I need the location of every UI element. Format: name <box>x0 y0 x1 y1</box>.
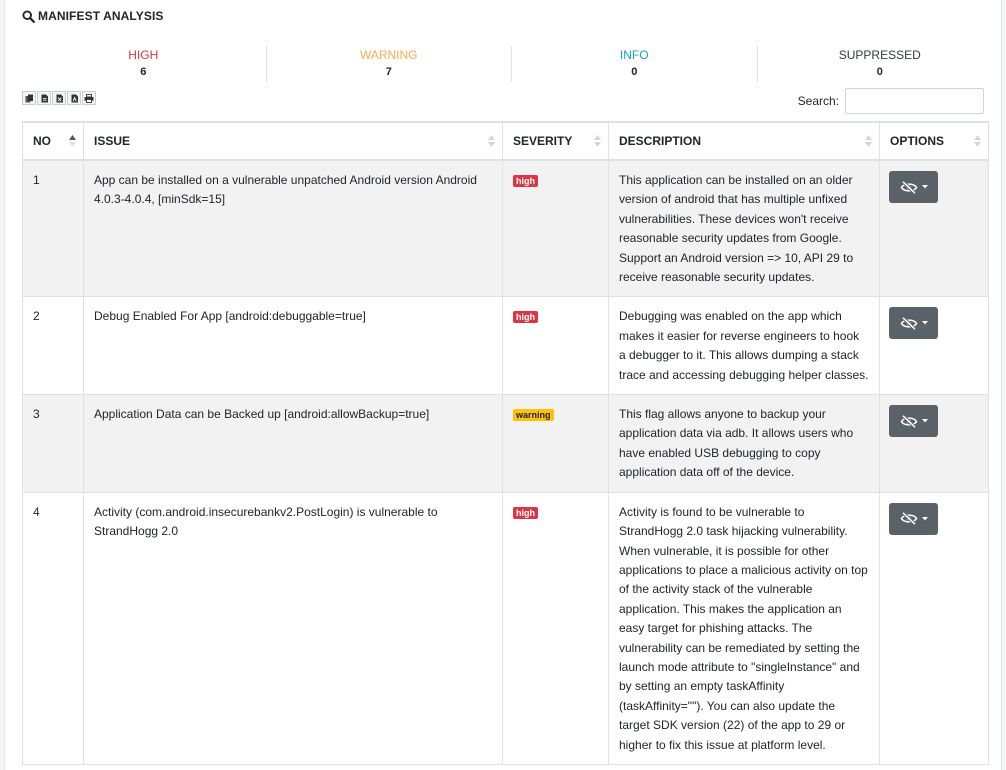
suppress-options-button[interactable] <box>889 502 938 535</box>
section-title: MANIFEST ANALYSIS <box>22 9 164 23</box>
cell-no: 3 <box>22 394 84 493</box>
column-header-label: ISSUE <box>94 134 131 148</box>
excel-icon[interactable] <box>52 91 66 105</box>
stat-label: HIGH <box>128 48 159 62</box>
pdf-icon[interactable] <box>67 91 81 105</box>
stat-value: 6 <box>140 66 147 78</box>
eye-slash-icon <box>900 316 917 330</box>
column-header-label: SEVERITY <box>513 134 573 148</box>
manifest-analysis-card: MANIFEST ANALYSIS HIGH 6 WARNING 7 INFO … <box>4 0 1002 770</box>
cell-issue: App can be installed on a vulnerable unp… <box>83 159 503 298</box>
severity-badge: warning <box>513 409 554 422</box>
cell-issue: Activity (com.android.insecurebankv2.Pos… <box>83 491 503 765</box>
stat-label: INFO <box>619 48 649 62</box>
column-header-label: DESCRIPTION <box>619 134 702 148</box>
csv-icon[interactable] <box>37 91 51 105</box>
column-header-issue[interactable]: ISSUE <box>83 121 503 161</box>
cell-no: 4 <box>22 491 84 765</box>
suppress-options-button[interactable] <box>889 405 938 438</box>
severity-badge: high <box>513 311 538 324</box>
copy-icon[interactable] <box>22 91 36 105</box>
search-input[interactable] <box>845 88 984 114</box>
severity-badge: high <box>513 175 538 187</box>
stat-value: 0 <box>631 66 638 78</box>
table-search: Search: <box>798 88 984 114</box>
sort-icon <box>488 135 495 147</box>
stat-value: 7 <box>385 66 392 78</box>
cell-severity: warning <box>502 394 609 493</box>
suppress-options-button[interactable] <box>889 307 938 340</box>
export-toolbar <box>22 91 97 105</box>
stat-warning: WARNING 7 <box>267 46 512 82</box>
stat-suppressed: SUPPRESSED 0 <box>758 46 1003 82</box>
cell-severity: high <box>502 159 609 298</box>
sort-asc-icon <box>69 135 76 147</box>
cell-issue: Debug Enabled For App [android:debuggabl… <box>83 296 503 396</box>
stat-info: INFO 0 <box>512 46 758 82</box>
print-icon[interactable] <box>82 91 96 105</box>
sort-icon <box>865 135 872 147</box>
suppress-options-button[interactable] <box>889 171 938 203</box>
manifest-issues-table: NO ISSUE SEVERITY DESCRIPTION OPTIONS 1 … <box>22 121 989 765</box>
cell-options <box>879 159 989 298</box>
stat-high: HIGH 6 <box>21 46 267 82</box>
table-row: 2 Debug Enabled For App [android:debugga… <box>22 296 989 396</box>
caret-down-icon <box>921 185 928 189</box>
cell-issue: Application Data can be Backed up [andro… <box>83 394 503 493</box>
column-header-label: OPTIONS <box>890 134 945 148</box>
cell-options <box>879 491 989 765</box>
column-header-description[interactable]: DESCRIPTION <box>608 121 880 161</box>
section-title-text: MANIFEST ANALYSIS <box>38 9 164 23</box>
table-header-row: NO ISSUE SEVERITY DESCRIPTION OPTIONS <box>22 121 989 161</box>
cell-options <box>879 394 989 493</box>
cell-severity: high <box>502 296 609 396</box>
column-header-severity[interactable]: SEVERITY <box>502 121 609 161</box>
stat-value: 0 <box>876 66 883 78</box>
cell-description: This application can be installed on an … <box>608 159 880 298</box>
table-row: 3 Application Data can be Backed up [and… <box>22 394 989 493</box>
cell-description: Activity is found to be vulnerable to St… <box>608 491 880 765</box>
caret-down-icon <box>921 419 928 423</box>
column-header-label: NO <box>33 134 51 148</box>
cell-options <box>879 296 989 396</box>
cell-no: 1 <box>22 159 84 298</box>
column-header-no[interactable]: NO <box>22 121 84 161</box>
severity-badge: high <box>513 506 538 519</box>
search-icon <box>22 9 35 23</box>
stat-label: SUPPRESSED <box>838 48 921 62</box>
search-label: Search: <box>797 94 839 108</box>
sort-icon <box>594 135 601 147</box>
table-row: 1 App can be installed on a vulnerable u… <box>22 159 989 298</box>
eye-slash-icon <box>900 180 917 194</box>
sort-icon <box>974 135 981 147</box>
cell-description: This flag allows anyone to backup your a… <box>608 394 880 493</box>
severity-summary: HIGH 6 WARNING 7 INFO 0 SUPPRESSED 0 <box>21 46 1002 82</box>
caret-down-icon <box>921 321 928 325</box>
eye-slash-icon <box>900 512 917 526</box>
table-row: 4 Activity (com.android.insecurebankv2.P… <box>22 491 989 765</box>
cell-description: Debugging was enabled on the app which m… <box>608 296 880 396</box>
caret-down-icon <box>921 516 928 521</box>
column-header-options[interactable]: OPTIONS <box>879 121 989 161</box>
stat-label: WARNING <box>359 48 418 62</box>
cell-severity: high <box>502 491 609 765</box>
eye-slash-icon <box>900 414 917 428</box>
cell-no: 2 <box>22 296 84 396</box>
